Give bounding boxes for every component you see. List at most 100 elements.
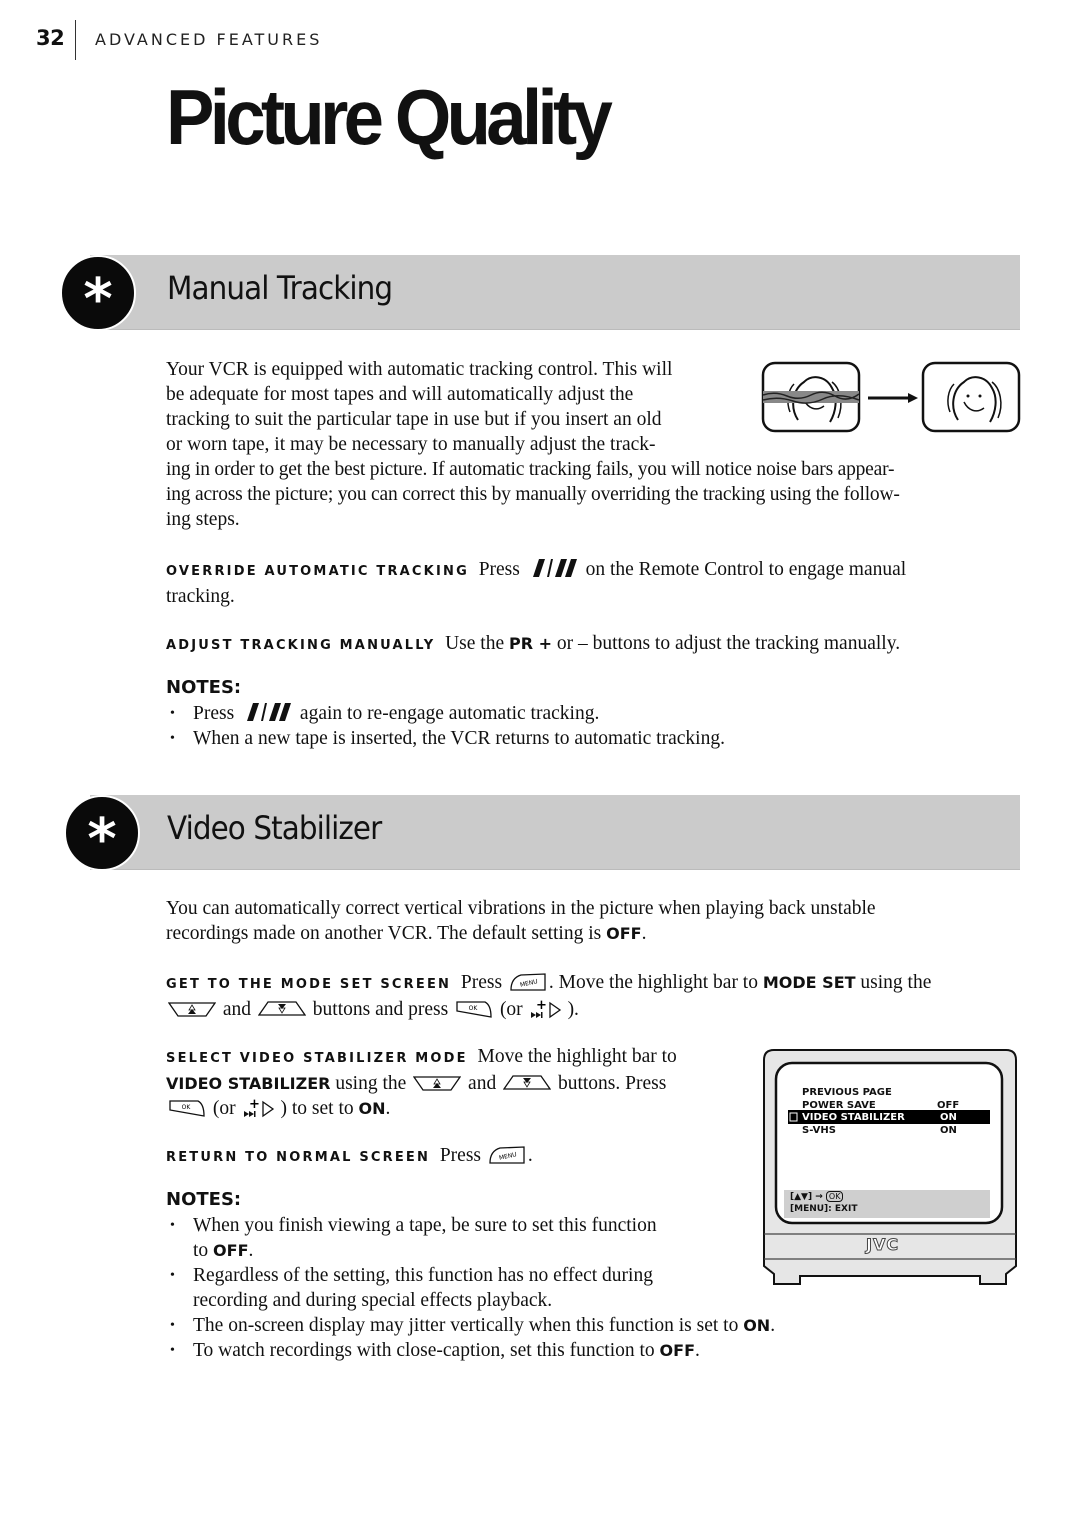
setting-value: OFF: [213, 1241, 249, 1260]
text: .: [527, 1145, 533, 1166]
step-text: or – buttons to adjust the tracking manu…: [556, 633, 901, 654]
step-lead: OVERRIDE AUTOMATIC TRACKING: [166, 564, 469, 579]
note-item: Press again to re-engage automatic track…: [166, 701, 966, 726]
step-text: tracking.: [166, 586, 235, 607]
asterisk-icon: *: [64, 795, 140, 871]
text-line: recordings made on another VCR. The defa…: [166, 921, 1026, 946]
text-line: tracking to suit the particular tape in …: [166, 409, 662, 430]
text: . Move the highlight bar to: [548, 972, 758, 993]
notes-heading: NOTES:: [166, 677, 242, 698]
setting-value: ON: [743, 1316, 771, 1335]
intro-paragraph: You can automatically correct vertical v…: [166, 896, 1026, 946]
svg-text:+: +: [249, 1098, 260, 1112]
step-select-stabilizer-mode: SELECT VIDEO STABILIZER MODE Move the hi…: [166, 1044, 726, 1121]
jvc-logo: JVC: [865, 1235, 900, 1254]
note-item: To watch recordings with close-caption, …: [166, 1338, 886, 1363]
text: and: [468, 1073, 497, 1094]
text-line: or worn tape, it may be necessary to man…: [166, 434, 656, 455]
note-item: The on-screen display may jitter vertica…: [166, 1313, 886, 1338]
tv-osd-illustration: PREVIOUS PAGE POWER SAVE OFF VIDEO STABI…: [762, 1048, 1018, 1286]
text-line: ing in order to get the best picture. If…: [166, 459, 895, 480]
note-item: When a new tape is inserted, the VCR ret…: [166, 726, 966, 751]
text-line: SELECT VIDEO STABILIZER MODE Move the hi…: [166, 1044, 726, 1071]
note-text: When you finish viewing a tape, be sure …: [193, 1215, 657, 1236]
section-label: ADVANCED FEATURES: [95, 30, 323, 49]
section-heading: Manual Tracking: [167, 269, 393, 307]
osd-help-exit: [MENU]: EXIT: [790, 1204, 858, 1214]
step-return-normal-screen: RETURN TO NORMAL SCREEN Press MENU.: [166, 1143, 726, 1170]
menu-item-name: VIDEO STABILIZER: [166, 1074, 331, 1093]
osd-ok-icon: OK: [825, 1191, 844, 1202]
text: ).: [567, 999, 579, 1020]
button-name: PR +: [508, 634, 553, 653]
page-title: Picture Quality: [166, 73, 613, 161]
note-text: To watch recordings with close-caption, …: [193, 1340, 655, 1361]
step-text: Use the: [445, 633, 505, 654]
down-button-icon: [257, 1001, 306, 1016]
text: and: [222, 999, 252, 1020]
osd-value-svhs: ON: [940, 1125, 957, 1136]
note-text: Press: [193, 703, 235, 724]
setting-value: OFF: [659, 1341, 695, 1360]
step-adjust-tracking: ADJUST TRACKING MANUALLY Use the PR + or…: [166, 631, 1026, 658]
intro-paragraph: Your VCR is equipped with automatic trac…: [166, 357, 746, 457]
text-line: ing across the picture; you can correct …: [166, 484, 900, 505]
text: Move the highlight bar to: [477, 1046, 677, 1067]
step-text: on the Remote Control to engage manual: [585, 559, 907, 580]
menu-name: MODE SET: [762, 973, 856, 992]
intro-paragraph-continued: ing in order to get the best picture. If…: [166, 457, 1026, 532]
text: buttons and press: [312, 999, 449, 1020]
step-get-to-mode-set: GET TO THE MODE SET SCREEN Press MENU. M…: [166, 970, 1026, 1022]
tracking-illustration: [761, 361, 1021, 433]
text: Press: [460, 972, 503, 993]
section-banner-video-stabilizer: Video Stabilizer: [90, 795, 1020, 870]
text: ) to set to: [280, 1098, 354, 1119]
note-text: to: [193, 1240, 209, 1261]
tracking-button-icon: [247, 703, 292, 721]
text-line: Your VCR is equipped with automatic trac…: [166, 359, 673, 380]
text: .: [641, 923, 647, 944]
section-banner-manual-tracking: Manual Tracking: [90, 255, 1020, 330]
step-text: Press: [478, 559, 520, 580]
osd-value-video-stabilizer: ON: [940, 1112, 957, 1123]
text: (or: [212, 1098, 236, 1119]
text: Press: [439, 1145, 481, 1166]
step-lead: RETURN TO NORMAL SCREEN: [166, 1150, 431, 1165]
svg-text:+: +: [536, 999, 547, 1013]
step-lead: ADJUST TRACKING MANUALLY: [166, 638, 436, 653]
text-line: OK (or +) to set to ON.: [166, 1096, 726, 1121]
note-text: .: [770, 1315, 776, 1336]
step-lead: GET TO THE MODE SET SCREEN: [166, 977, 452, 992]
text-line: be adequate for most tapes and will auto…: [166, 384, 634, 405]
plus-fast-forward-icon: +: [243, 1098, 274, 1118]
text: using the: [335, 1073, 407, 1094]
osd-help-text: [▲▼] →: [790, 1192, 823, 1202]
menu-button-icon: MENU: [489, 1146, 525, 1164]
page-number: 32: [36, 26, 65, 50]
up-button-icon: [168, 1002, 216, 1017]
asterisk-icon: *: [60, 255, 136, 331]
ok-button-icon: OK: [169, 1100, 205, 1117]
note-text: again to re-engage automatic tracking.: [299, 703, 600, 724]
arrow-right-icon: [868, 393, 918, 403]
note-text: .: [695, 1340, 700, 1361]
setting-value: ON: [358, 1099, 386, 1118]
plus-fast-forward-icon: +: [530, 999, 561, 1019]
clear-tv-picture-icon: [921, 361, 1021, 433]
svg-text:OK: OK: [182, 1104, 192, 1111]
step-override-tracking: OVERRIDE AUTOMATIC TRACKING Press on the…: [166, 557, 1016, 609]
text-line: and buttons and press OK (or +).: [166, 997, 1026, 1022]
note-text: Regardless of the setting, this function…: [193, 1265, 653, 1286]
header-divider: [75, 20, 76, 60]
menu-button-icon: MENU: [510, 973, 546, 991]
tracking-button-icon: [532, 559, 577, 577]
note-text: .: [248, 1240, 254, 1261]
text: (or: [499, 999, 523, 1020]
svg-text:OK: OK: [469, 1005, 479, 1012]
step-lead: SELECT VIDEO STABILIZER MODE: [166, 1051, 468, 1066]
section-heading: Video Stabilizer: [167, 809, 382, 847]
down-button-icon: [503, 1075, 552, 1090]
noisy-tv-picture-icon: [761, 361, 861, 433]
text-line: GET TO THE MODE SET SCREEN Press MENU. M…: [166, 970, 1026, 997]
note-text: recording and during special effects pla…: [193, 1290, 553, 1311]
